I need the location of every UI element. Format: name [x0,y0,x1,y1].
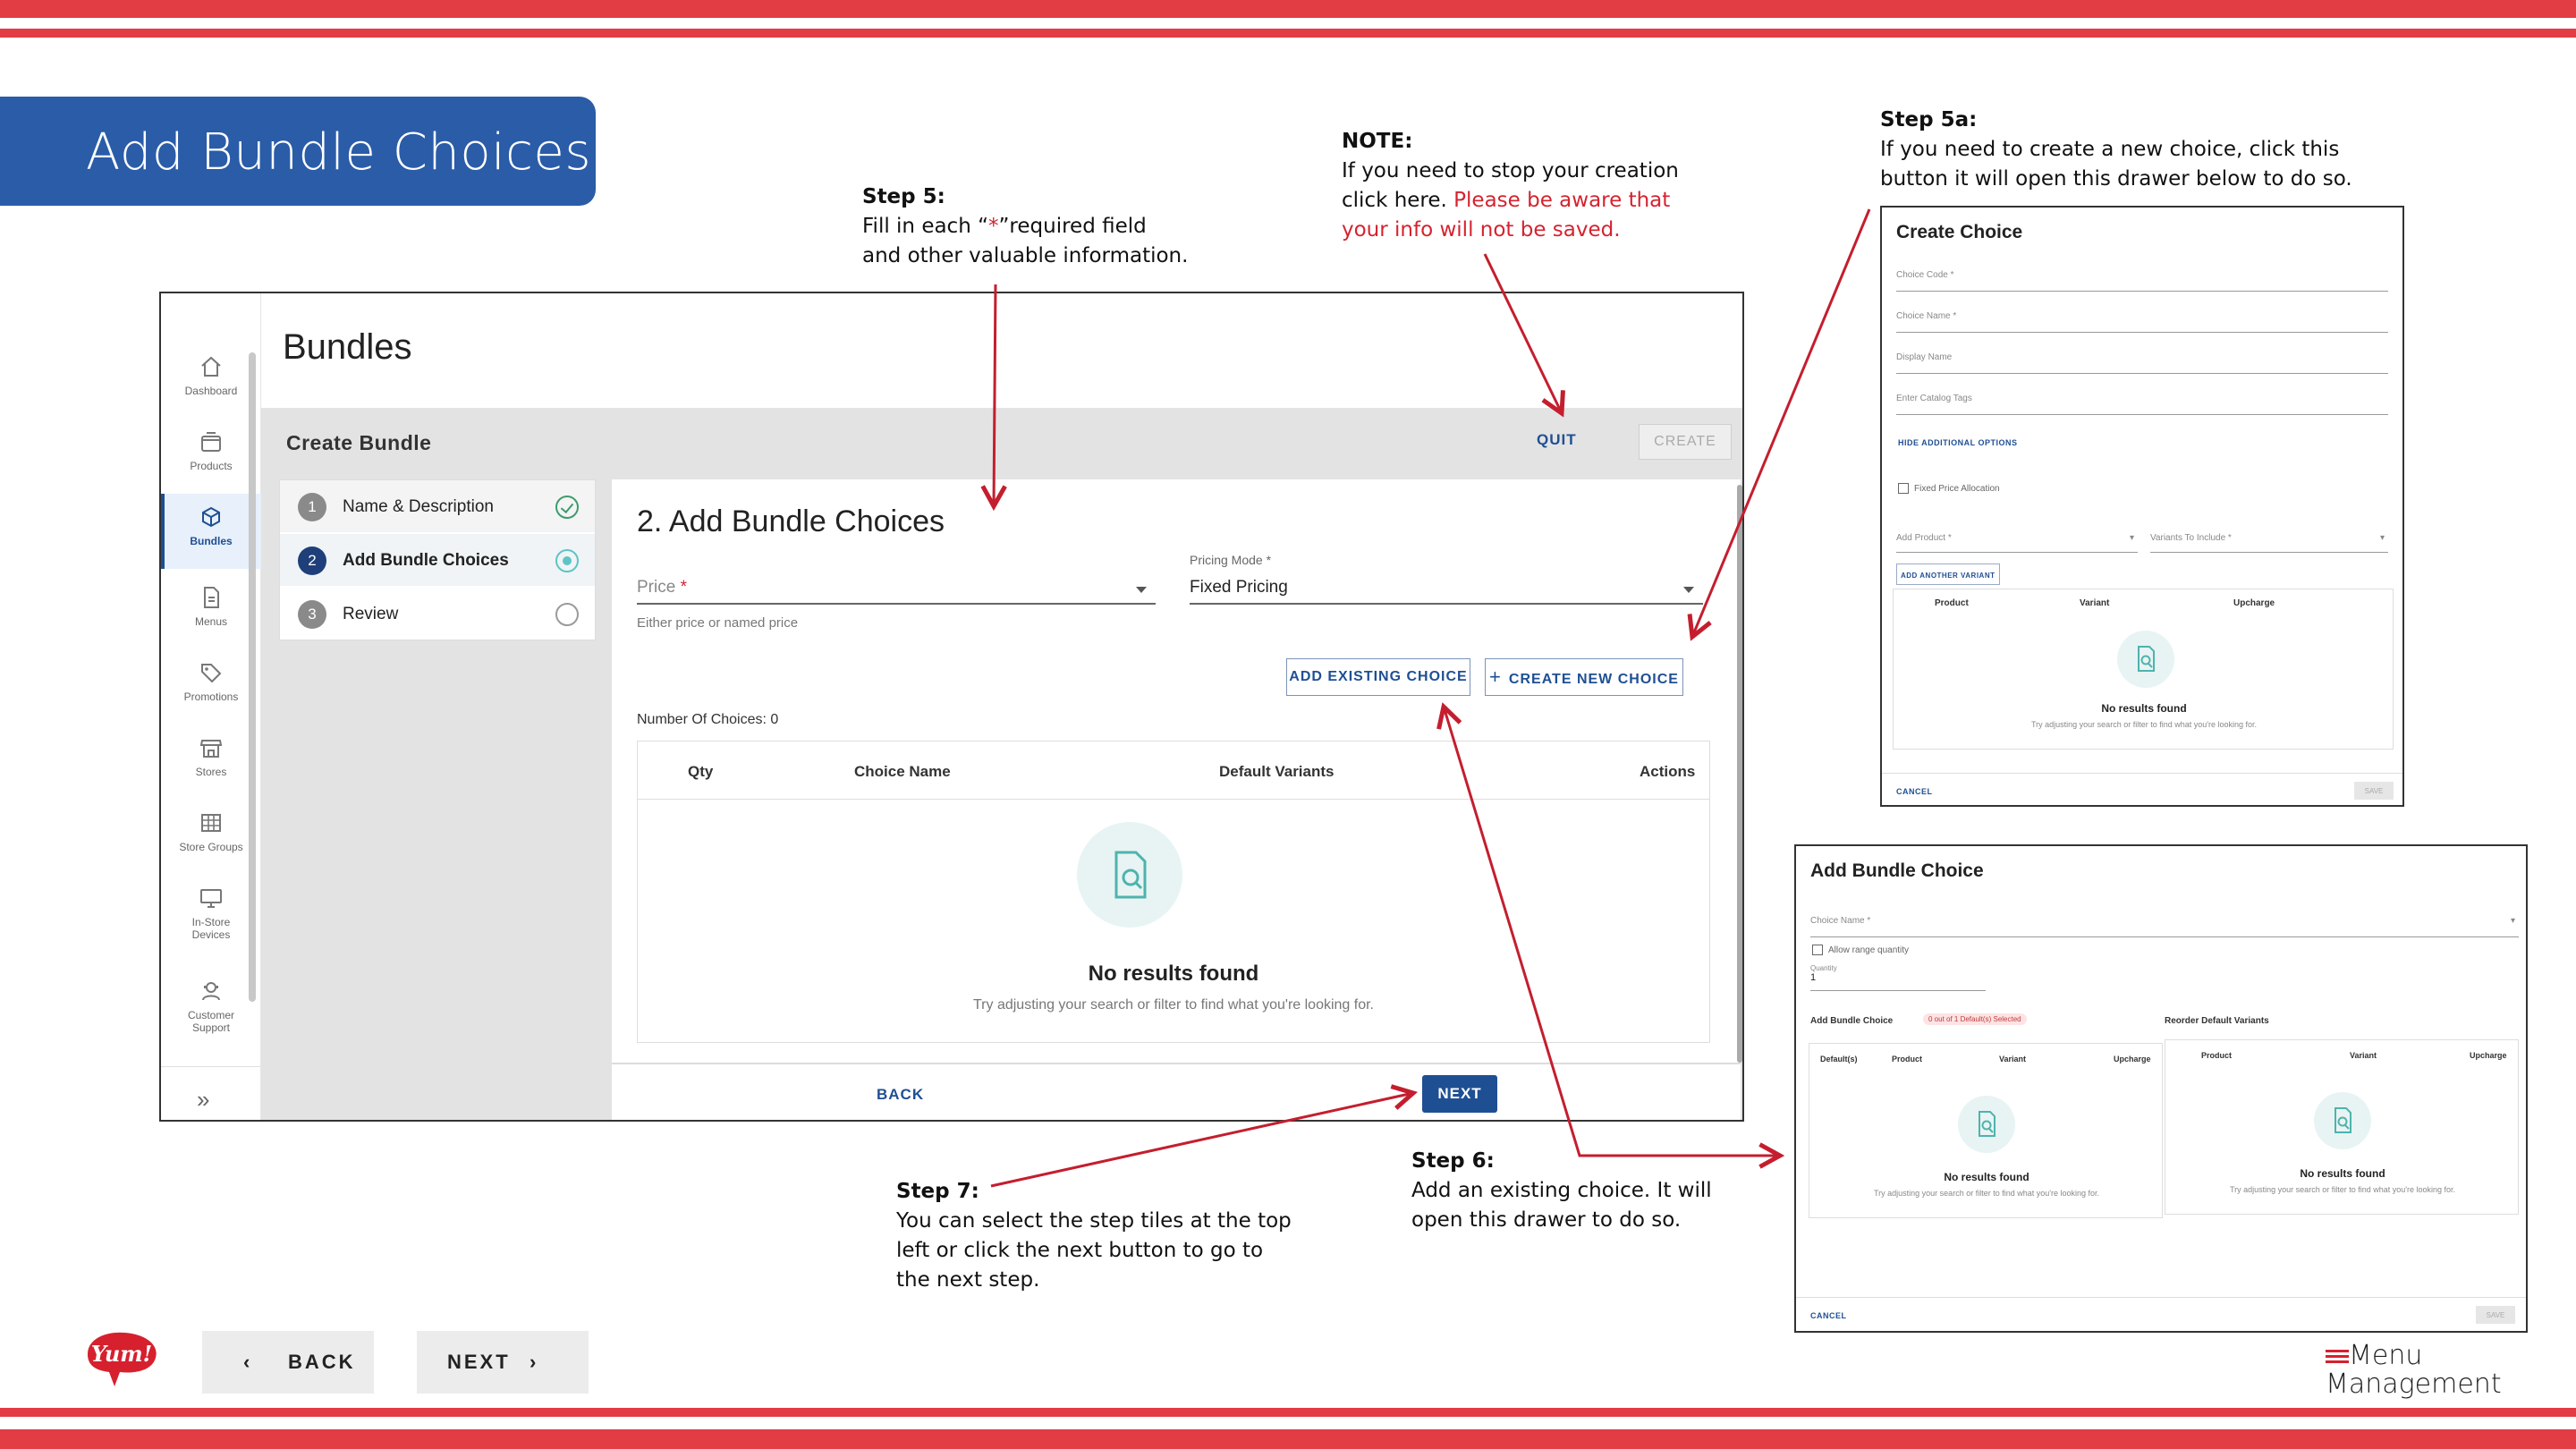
arrow-step5 [994,284,996,506]
yum-logo: Yum! [88,1332,157,1386]
logo-line: Menu [2326,1342,2502,1370]
menu-management-logo: Menu Management [2326,1342,2502,1399]
yum-logo-text: Yum! [91,1341,152,1367]
button-label: BACK [288,1351,356,1373]
slide-next-button[interactable]: NEXT › [417,1331,589,1394]
arrow-step7 [990,1093,1413,1188]
chevron-right-icon: › [530,1351,539,1373]
arrow-note [1483,253,1562,413]
button-label: NEXT [447,1351,511,1373]
slide-back-button[interactable]: ‹ BACK [202,1331,374,1394]
arrow-step6 [1444,707,1780,1156]
arrow-step5a [1692,208,1871,637]
annotation-arrows [0,208,1871,1188]
menu-lines-icon [2326,1347,2349,1366]
chevron-left-icon: ‹ [243,1351,253,1373]
logo-text: Menu [2349,1340,2423,1371]
logo-text: Management [2326,1368,2502,1400]
